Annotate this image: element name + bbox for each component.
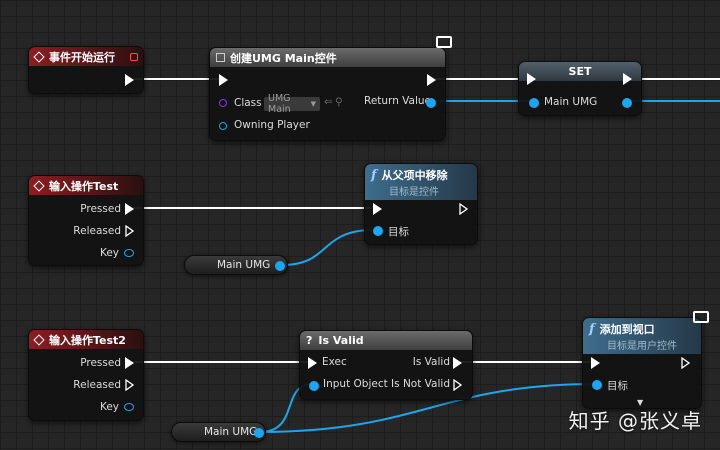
input-object-label: Input Object (323, 378, 388, 390)
pressed-exec-pin[interactable] (125, 203, 134, 215)
create-widget-header: 创建UMG Main控件 (210, 48, 445, 67)
screen-icon (693, 311, 709, 323)
create-widget-title: 创建UMG Main控件 (230, 51, 337, 65)
owning-player-pin[interactable] (219, 122, 227, 130)
set-main-umg-label: Main UMG (544, 96, 598, 108)
event-begin-exec-out-pin[interactable] (125, 74, 134, 86)
pressed-label: Pressed (80, 203, 121, 215)
set-main-umg-out-pin[interactable] (622, 98, 632, 108)
set-node[interactable]: SET Main UMG (518, 61, 642, 116)
owning-player-label: Owning Player (234, 119, 310, 131)
key-pin[interactable] (124, 249, 134, 257)
question-icon: ? (306, 334, 313, 347)
create-widget-exec-in-pin[interactable] (219, 74, 228, 86)
pressed2-exec-pin[interactable] (125, 357, 134, 369)
add-viewport-exec-in-pin[interactable] (591, 357, 600, 369)
diamond-event-icon (33, 50, 45, 63)
add-to-viewport-node[interactable]: f 添加到视口 目标是用户控件 目标 ▼ (582, 317, 702, 409)
event-begin-play-node[interactable]: 事件开始运行 (28, 46, 144, 94)
input-action-test-header: 输入操作Test (29, 176, 143, 195)
widget-icon (216, 53, 225, 62)
add-viewport-target-label: 目标 (607, 380, 628, 392)
arrow-icon[interactable]: ⇐ (324, 96, 333, 108)
function-icon: f (589, 321, 595, 337)
released2-exec-pin[interactable] (125, 379, 134, 391)
remove-target-pin[interactable] (373, 226, 383, 236)
function-icon: f (371, 167, 377, 183)
remove-from-parent-node[interactable]: f 从父项中移除 目标是控件 目标 (364, 163, 478, 245)
is-valid-title: Is Valid (318, 334, 364, 347)
released-exec-pin[interactable] (125, 225, 134, 237)
released-label: Released (73, 225, 121, 237)
pressed2-label: Pressed (80, 357, 121, 369)
event-begin-play-header: 事件开始运行 (29, 47, 143, 66)
is-valid-exec-in-pin[interactable] (308, 357, 317, 369)
create-widget-exec-out-pin[interactable] (427, 74, 436, 86)
return-value-pin[interactable] (426, 98, 436, 108)
main-umg-get-node-2[interactable]: Main UMG (171, 422, 266, 442)
main-umg-get-node[interactable]: Main UMG (184, 255, 288, 275)
add-to-viewport-title: 添加到视口 (599, 322, 655, 336)
return-value-label: Return Value (364, 95, 432, 107)
is-valid-header: ? Is Valid (300, 331, 472, 350)
is-not-valid-exec-pin[interactable] (453, 379, 462, 391)
remove-from-parent-subtitle: 目标是控件 (389, 186, 439, 198)
class-pin[interactable] (219, 99, 227, 107)
class-dropdown-value: UMG Main (268, 93, 291, 115)
set-exec-out-pin[interactable] (623, 73, 632, 85)
set-exec-in-pin[interactable] (527, 73, 536, 85)
class-dropdown[interactable]: UMG Main ▼ (264, 93, 320, 115)
remove-target-label: 目标 (388, 226, 409, 238)
add-viewport-exec-out-pin[interactable] (681, 357, 690, 369)
exec-label: Exec (322, 356, 347, 368)
key2-label: Key (99, 401, 119, 413)
class-label: Class (234, 97, 262, 109)
set-title: SET (568, 65, 592, 78)
main-umg-get-pin-2[interactable] (254, 428, 264, 438)
is-not-valid-label: Is Not Valid (391, 378, 450, 390)
key-label: Key (99, 247, 119, 259)
input-object-pin[interactable] (309, 381, 319, 391)
diamond-event-icon (33, 179, 45, 192)
key2-pin[interactable] (124, 403, 134, 411)
remove-exec-in-pin[interactable] (373, 203, 382, 215)
input-action-test2-node[interactable]: 输入操作Test2 Pressed Released Key (28, 329, 144, 421)
screen-icon (436, 36, 452, 48)
is-valid-out-label: Is Valid (412, 356, 450, 368)
released2-label: Released (73, 379, 121, 391)
add-to-viewport-header: f 添加到视口 目标是用户控件 (583, 318, 701, 354)
is-valid-exec-out-pin[interactable] (453, 357, 462, 369)
watermark-text: 知乎 @张义卓 (568, 409, 702, 433)
add-viewport-target-pin[interactable] (592, 380, 602, 390)
remove-from-parent-title: 从父项中移除 (381, 168, 448, 182)
set-main-umg-in-pin[interactable] (529, 98, 539, 108)
diamond-event-icon (33, 333, 45, 346)
remove-from-parent-header: f 从父项中移除 目标是控件 (365, 164, 477, 200)
close-icon[interactable] (130, 53, 138, 61)
input-action-test-title: 输入操作Test (49, 179, 119, 193)
input-action-test2-title: 输入操作Test2 (49, 333, 126, 347)
remove-exec-out-pin[interactable] (459, 203, 468, 215)
create-widget-node[interactable]: 创建UMG Main控件 Class UMG Main ▼ ⇐ ⚲ Owning… (209, 47, 446, 141)
chevron-down-icon: ▼ (310, 100, 316, 108)
input-action-test-node[interactable]: 输入操作Test Pressed Released Key (28, 175, 144, 266)
event-begin-play-title: 事件开始运行 (49, 50, 115, 64)
main-umg-get-label-2: Main UMG (204, 426, 258, 438)
is-valid-node[interactable]: ? Is Valid Exec Input Object Is Valid Is… (299, 330, 473, 400)
main-umg-get-label: Main UMG (217, 259, 271, 271)
search-icon[interactable]: ⚲ (335, 96, 343, 108)
main-umg-get-pin[interactable] (275, 261, 285, 271)
add-to-viewport-subtitle: 目标是用户控件 (607, 340, 677, 352)
input-action-test2-header: 输入操作Test2 (29, 330, 143, 349)
